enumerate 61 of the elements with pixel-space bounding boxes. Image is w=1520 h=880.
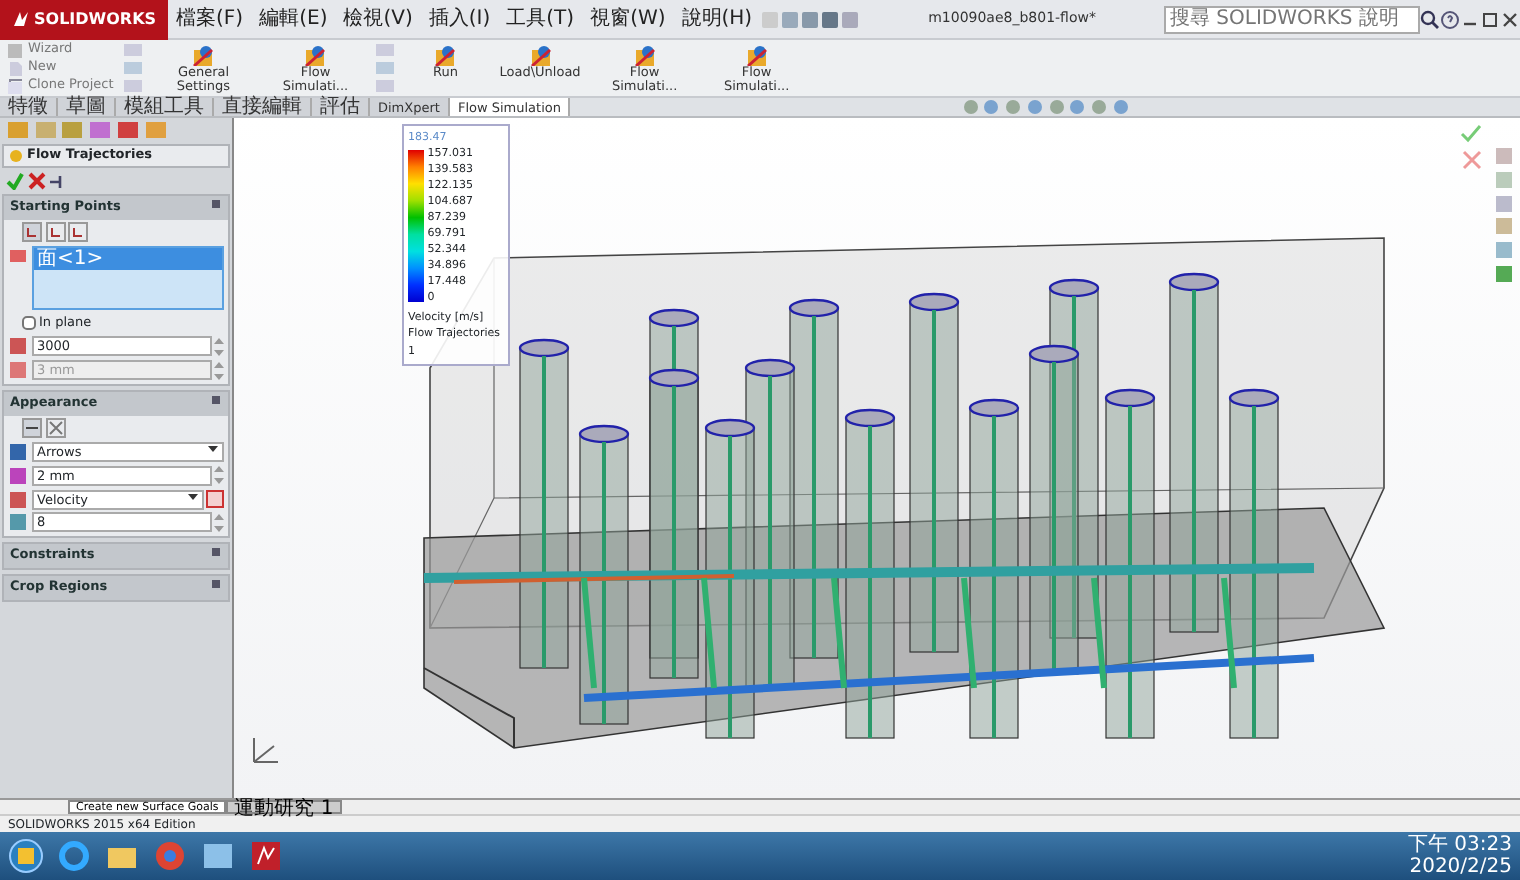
manager-tab-icon[interactable] (88, 120, 112, 140)
task-pane-icon[interactable] (1494, 169, 1514, 190)
logo-icon (12, 10, 30, 28)
manager-tab-icon[interactable] (115, 120, 140, 140)
caret-icon (208, 444, 219, 454)
caret-icon (187, 491, 197, 501)
task-pane-icon[interactable] (1494, 146, 1514, 166)
selection-filter-icon[interactable] (21, 222, 42, 243)
command-tab[interactable]: 草圖 (58, 98, 116, 116)
selection-filter-icon[interactable] (68, 222, 89, 243)
selection-filter-icon[interactable] (45, 222, 65, 243)
help-icon[interactable] (1440, 9, 1460, 29)
toolbar-icon[interactable] (800, 9, 821, 29)
menu-item[interactable]: 插入(I) (420, 4, 499, 34)
command-tab[interactable]: 模組工具 (116, 98, 214, 116)
menu-item[interactable]: 編輯(E) (251, 4, 336, 34)
task-pane-icon[interactable] (1494, 263, 1514, 284)
document-icon (6, 59, 24, 77)
command-tab[interactable]: 評估 (312, 98, 370, 116)
menu-item[interactable]: 視窗(W) (582, 4, 674, 34)
browser-icon[interactable] (56, 838, 92, 874)
confirm-corner-icon[interactable] (1460, 124, 1484, 172)
collapse-icon[interactable] (210, 197, 222, 210)
command-tab[interactable]: 直接編輯 (214, 98, 312, 116)
checkbox[interactable] (21, 316, 36, 331)
lines-style-icon[interactable] (45, 418, 65, 439)
logo: SOLIDWORKS (0, 0, 169, 39)
arrows-style-icon[interactable] (21, 418, 42, 439)
start-button-icon[interactable] (8, 838, 44, 874)
search-field[interactable]: 搜尋 SOLIDWORKS 說明 (1164, 5, 1420, 33)
menu-item[interactable]: 工具(T) (498, 4, 583, 34)
tool-icons-drawing (371, 40, 400, 94)
expand-icon[interactable] (210, 546, 222, 558)
toolbar-icon[interactable] (780, 9, 801, 29)
close-icon[interactable] (1500, 9, 1520, 29)
menu-item[interactable]: 檢視(V) (335, 4, 421, 34)
tool-icons-drawing (119, 40, 148, 94)
search-icon[interactable] (1420, 9, 1440, 29)
manager-tab-icon[interactable] (60, 120, 85, 140)
task-pane-icon[interactable] (1494, 240, 1514, 260)
pushpin-icon[interactable] (48, 171, 67, 190)
expand-icon[interactable] (210, 577, 222, 590)
toolbar-icon[interactable] (840, 9, 861, 29)
manager-tab-icon[interactable] (5, 120, 30, 140)
toolbar-icon[interactable] (820, 9, 841, 29)
task-pane-icon[interactable] (1494, 216, 1514, 237)
command-tab[interactable]: 特徵 (0, 98, 58, 116)
app-icon[interactable] (200, 838, 236, 874)
manager-tab-icon[interactable] (143, 120, 167, 140)
checkmark-icon[interactable] (5, 171, 24, 190)
maximize-icon[interactable] (1480, 9, 1500, 29)
close-icon[interactable] (27, 171, 45, 190)
clock-time[interactable]: 下午 03:23 (1408, 834, 1512, 856)
clock-date[interactable]: 2020/2/25 (1408, 856, 1512, 878)
folder-icon (6, 77, 24, 95)
menu-item[interactable]: 檔案(F) (168, 4, 252, 34)
task-pane-icon[interactable] (1494, 193, 1514, 213)
color-settings-icon[interactable] (206, 490, 225, 508)
manager-tab-icon[interactable] (33, 120, 57, 140)
menu-item[interactable]: 說明(H) (673, 4, 761, 34)
collapse-icon[interactable] (210, 393, 222, 406)
